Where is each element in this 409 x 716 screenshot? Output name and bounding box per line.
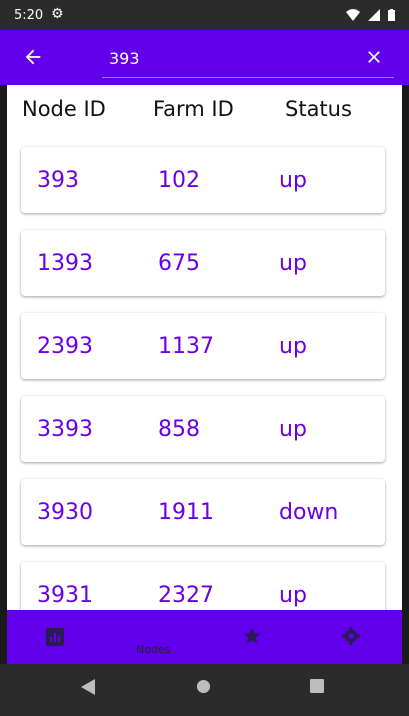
farm-id-cell: 102 xyxy=(158,168,200,193)
table-header: Node ID Farm ID Status xyxy=(7,85,402,135)
table-row[interactable]: 2393 1137 up xyxy=(21,313,385,379)
system-navigation-bar xyxy=(0,664,409,716)
status-icons xyxy=(346,9,395,21)
nav-item-settings[interactable] xyxy=(312,610,392,664)
signal-icon xyxy=(368,9,380,21)
farm-id-cell: 1911 xyxy=(158,500,214,525)
home-circle-icon[interactable] xyxy=(196,679,211,694)
back-arrow-icon[interactable] xyxy=(22,46,44,68)
table-row[interactable]: 1393 675 up xyxy=(21,230,385,296)
farm-id-cell: 675 xyxy=(158,251,200,276)
header-status: Status xyxy=(285,97,352,121)
node-id-cell: 3930 xyxy=(37,500,93,525)
farm-id-cell: 1137 xyxy=(158,334,214,359)
status-cell: up xyxy=(279,334,307,359)
node-id-cell: 3393 xyxy=(37,417,93,442)
farm-id-cell: 2327 xyxy=(158,583,214,608)
results-content[interactable]: Node ID Farm ID Status 393 102 up 1393 6… xyxy=(7,85,402,610)
battery-icon xyxy=(388,9,395,21)
header-farm-id: Farm ID xyxy=(153,97,234,121)
node-id-cell: 3931 xyxy=(37,583,93,608)
node-id-cell: 2393 xyxy=(37,334,93,359)
status-time: 5:20 xyxy=(14,8,44,23)
table-row[interactable]: 393 102 up xyxy=(21,147,385,213)
node-id-cell: 1393 xyxy=(37,251,93,276)
farm-id-cell: 858 xyxy=(158,417,200,442)
app-bar: 393 xyxy=(0,30,409,85)
gear-icon xyxy=(342,627,360,645)
wifi-icon xyxy=(346,9,360,21)
nav-item-favorites[interactable] xyxy=(212,610,292,664)
search-input[interactable]: 393 xyxy=(102,40,394,78)
nav-label-nodes: Nodes xyxy=(136,643,171,656)
recents-square-icon[interactable] xyxy=(310,679,324,693)
close-icon[interactable] xyxy=(364,47,384,67)
nav-item-stats[interactable] xyxy=(15,610,95,664)
status-cell: up xyxy=(279,417,307,442)
star-icon xyxy=(243,627,261,644)
status-bar: 5:20 ⚙ xyxy=(0,0,409,30)
table-row[interactable]: 3930 1911 down xyxy=(21,479,385,545)
status-cell: up xyxy=(279,251,307,276)
settings-status-icon: ⚙ xyxy=(51,6,64,22)
bar-chart-icon xyxy=(46,628,64,646)
node-id-cell: 393 xyxy=(37,168,79,193)
status-cell: down xyxy=(279,500,339,525)
header-node-id: Node ID xyxy=(22,97,106,121)
status-cell: up xyxy=(279,168,307,193)
bottom-navigation: Nodes xyxy=(7,610,402,664)
table-row[interactable]: 3393 858 up xyxy=(21,396,385,462)
table-row[interactable]: 3931 2327 up xyxy=(21,562,385,610)
status-cell: up xyxy=(279,583,307,608)
back-triangle-icon[interactable] xyxy=(81,679,95,695)
